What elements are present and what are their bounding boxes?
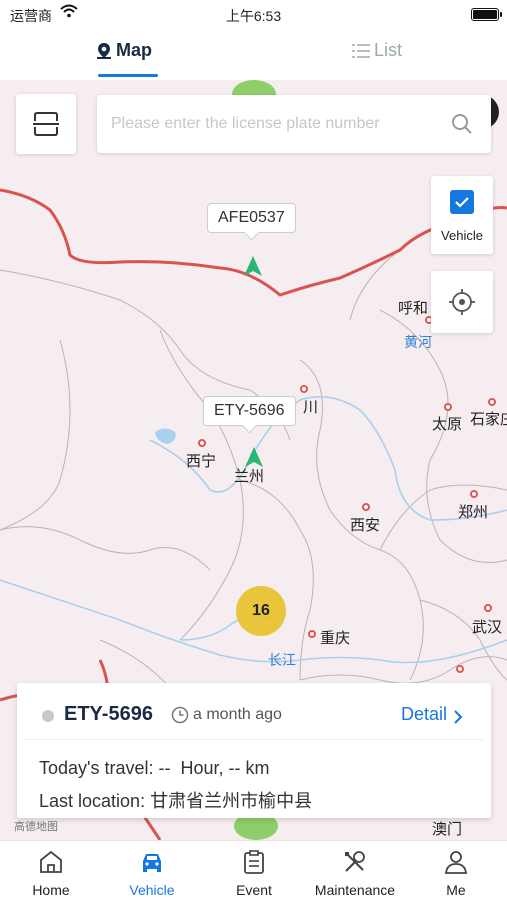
city-dot: [198, 439, 206, 447]
city-dot: [300, 385, 308, 393]
chevron-right-icon[interactable]: [453, 709, 463, 725]
tab-list-label: List: [374, 40, 403, 60]
river-label-yellow: 黄河: [404, 334, 432, 350]
city-dot: [488, 398, 496, 406]
city-dot: [470, 490, 478, 498]
locate-button[interactable]: [431, 271, 493, 333]
city-label-chongqing: 重庆: [320, 630, 351, 647]
list-icon: [352, 43, 370, 58]
clipboard-icon: [244, 850, 264, 874]
location-value: 甘肃省兰州市榆中县: [150, 791, 313, 811]
tab-home[interactable]: Home: [1, 841, 101, 901]
map-provider-logo: 高德地图: [14, 821, 58, 833]
city-label-wuhan: 武汉: [472, 619, 503, 636]
tab-maintenance[interactable]: Maintenance: [305, 841, 405, 901]
tab-event-label: Event: [236, 882, 272, 898]
scan-button[interactable]: [16, 94, 76, 154]
city-label-shijiazhuang: 石家庄: [470, 411, 507, 428]
tab-vehicle[interactable]: Vehicle: [102, 841, 202, 901]
car-icon: [143, 854, 161, 872]
tab-me-label: Me: [446, 882, 466, 898]
city-dot: [484, 604, 492, 612]
tools-icon: [345, 851, 365, 872]
travel-value: -- Hour, -- km: [158, 758, 270, 778]
vehicle-layer-toggle[interactable]: Vehicle: [431, 176, 493, 254]
tab-list[interactable]: List: [352, 40, 402, 61]
tab-map[interactable]: Map: [96, 40, 152, 61]
tab-maintenance-label: Maintenance: [314, 882, 396, 898]
detail-link[interactable]: Detail: [401, 704, 447, 725]
city-label-yinchuan: 川: [303, 399, 319, 416]
divider: [25, 739, 483, 740]
status-dot: [42, 710, 54, 722]
city-dot: [362, 503, 370, 511]
vehicle-toggle-label: Vehicle: [441, 228, 483, 243]
city-label-hohhot: 呼和: [398, 300, 429, 317]
travel-label: Today's travel:: [39, 758, 154, 778]
bottom-tab-bar: Home Vehicle Event Maintenance Me: [0, 840, 507, 900]
vehicle-arrow-icon[interactable]: [243, 446, 265, 468]
city-label-zhengzhou: 郑州: [458, 504, 489, 521]
tab-map-label: Map: [116, 40, 152, 60]
search-icon[interactable]: [451, 113, 473, 135]
map-pin-icon: [97, 42, 111, 59]
vehicle-callout-ety5696[interactable]: ETY-5696: [203, 396, 296, 426]
city-label-macau: 澳门: [432, 821, 463, 838]
last-update-time: a month ago: [193, 706, 282, 723]
active-tab-indicator: [98, 74, 158, 77]
clock-icon: [171, 706, 189, 724]
vehicle-plate: ETY-5696: [64, 703, 153, 725]
city-dot: [444, 403, 452, 411]
tab-me[interactable]: Me: [406, 841, 506, 901]
vehicle-arrow-icon[interactable]: [242, 255, 264, 277]
detail-label: Detail: [400, 704, 447, 724]
scan-icon: [33, 112, 59, 136]
tab-vehicle-label: Vehicle: [129, 882, 175, 898]
city-dot: [456, 665, 464, 673]
user-icon: [444, 851, 468, 874]
river-label-yangtze: 长江: [268, 652, 296, 668]
home-icon: [40, 850, 62, 873]
vehicle-callout-afe0537[interactable]: AFE0537: [207, 203, 296, 233]
tab-home-label: Home: [32, 882, 70, 898]
lake-qinghai: [155, 428, 176, 444]
tab-event[interactable]: Event: [204, 841, 304, 901]
city-label-lanzhou: 兰州: [234, 468, 265, 485]
city-dot: [308, 630, 316, 638]
crosshair-icon: [449, 289, 475, 315]
top-tabs: Map List: [0, 28, 507, 80]
city-label-taiyuan: 太原: [432, 416, 463, 433]
vehicle-cluster-marker[interactable]: 16: [236, 586, 286, 636]
vehicle-info-card[interactable]: ETY-5696 a month ago Detail Today's trav…: [17, 683, 491, 818]
clock: 上午6:53: [225, 8, 282, 24]
city-label-xining: 西宁: [186, 453, 217, 470]
checkbox-checked-icon[interactable]: [450, 190, 474, 214]
travel-row: Today's travel: -- Hour, -- km: [39, 758, 270, 779]
license-plate-search-input[interactable]: [111, 111, 431, 137]
status-bar: 运营商 上午6:53: [0, 0, 507, 28]
city-label-xian: 西安: [350, 517, 381, 534]
battery-icon: [471, 8, 502, 21]
search-bar: [97, 95, 491, 153]
location-row: Last location: 甘肃省兰州市榆中县: [39, 787, 312, 813]
location-label: Last location:: [39, 791, 146, 811]
